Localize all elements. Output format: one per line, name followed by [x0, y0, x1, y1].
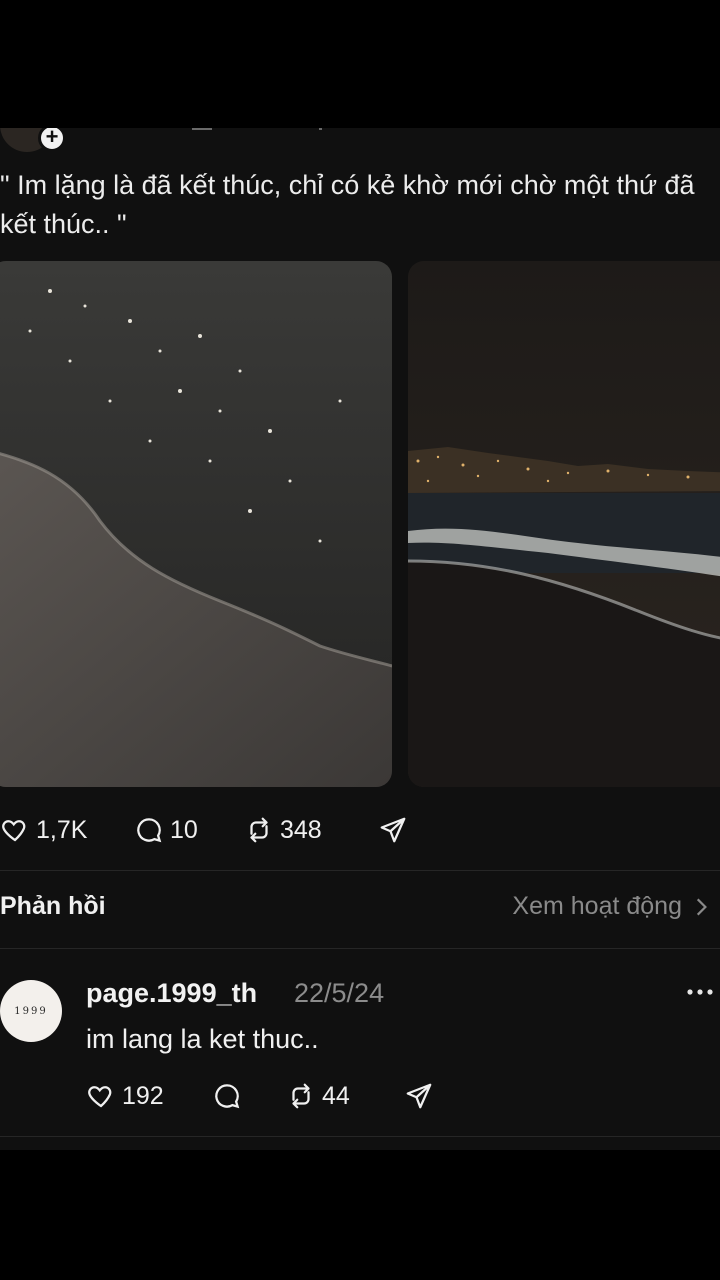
reply-text: im lang la ket thuc.. — [86, 1024, 319, 1054]
chevron-right-icon — [696, 898, 707, 915]
reply-comment-button[interactable] — [212, 1076, 248, 1116]
view-activity-label: Xem hoạt động — [512, 892, 682, 920]
thread-panel: + " Im lặng là đã kết thúc, chỉ có kẻ kh… — [0, 128, 720, 1150]
comment-icon — [215, 1084, 240, 1109]
view-activity-link[interactable]: Xem hoạt động — [512, 892, 710, 921]
post-text: " Im lặng là đã kết thúc, chỉ có kẻ khờ … — [0, 170, 695, 239]
reply-repost-button[interactable]: 44 — [286, 1076, 350, 1116]
more-options-icon[interactable] — [686, 982, 714, 1002]
heart-icon — [88, 1086, 112, 1108]
repost-icon — [292, 1083, 310, 1109]
send-icon — [380, 817, 406, 843]
reply-like-button[interactable]: 192 — [86, 1076, 164, 1116]
send-icon — [406, 1083, 432, 1109]
replies-label: Phản hồi — [0, 892, 106, 920]
comment-button[interactable]: 10 — [134, 808, 198, 852]
comment-count: 10 — [170, 815, 198, 844]
reply-like-count: 192 — [122, 1081, 164, 1110]
share-button[interactable] — [378, 808, 414, 852]
reply-username[interactable]: page.1999_th — [86, 978, 257, 1009]
divider — [0, 948, 720, 949]
reply-date: 22/5/24 — [294, 978, 385, 1008]
reply-avatar[interactable]: 1999 — [0, 980, 62, 1042]
comment-icon — [137, 818, 162, 843]
heart-icon — [2, 820, 26, 842]
divider — [0, 870, 720, 871]
follow-plus-icon[interactable]: + — [38, 128, 66, 152]
repost-count: 348 — [280, 815, 322, 844]
like-count: 1,7K — [36, 815, 88, 844]
repost-button[interactable]: 348 — [244, 808, 322, 852]
post-image-wave-sand[interactable] — [0, 261, 392, 787]
timestamp-fragment — [319, 128, 322, 130]
repost-icon — [250, 817, 268, 843]
like-button[interactable]: 1,7K — [0, 808, 87, 852]
post-image-night-beach[interactable] — [408, 261, 720, 787]
reply-share-button[interactable] — [404, 1076, 440, 1116]
username-fragment — [192, 128, 212, 130]
reply-repost-count: 44 — [322, 1081, 350, 1110]
reply-avatar-text: 1999 — [14, 1005, 48, 1017]
divider — [0, 1136, 720, 1137]
